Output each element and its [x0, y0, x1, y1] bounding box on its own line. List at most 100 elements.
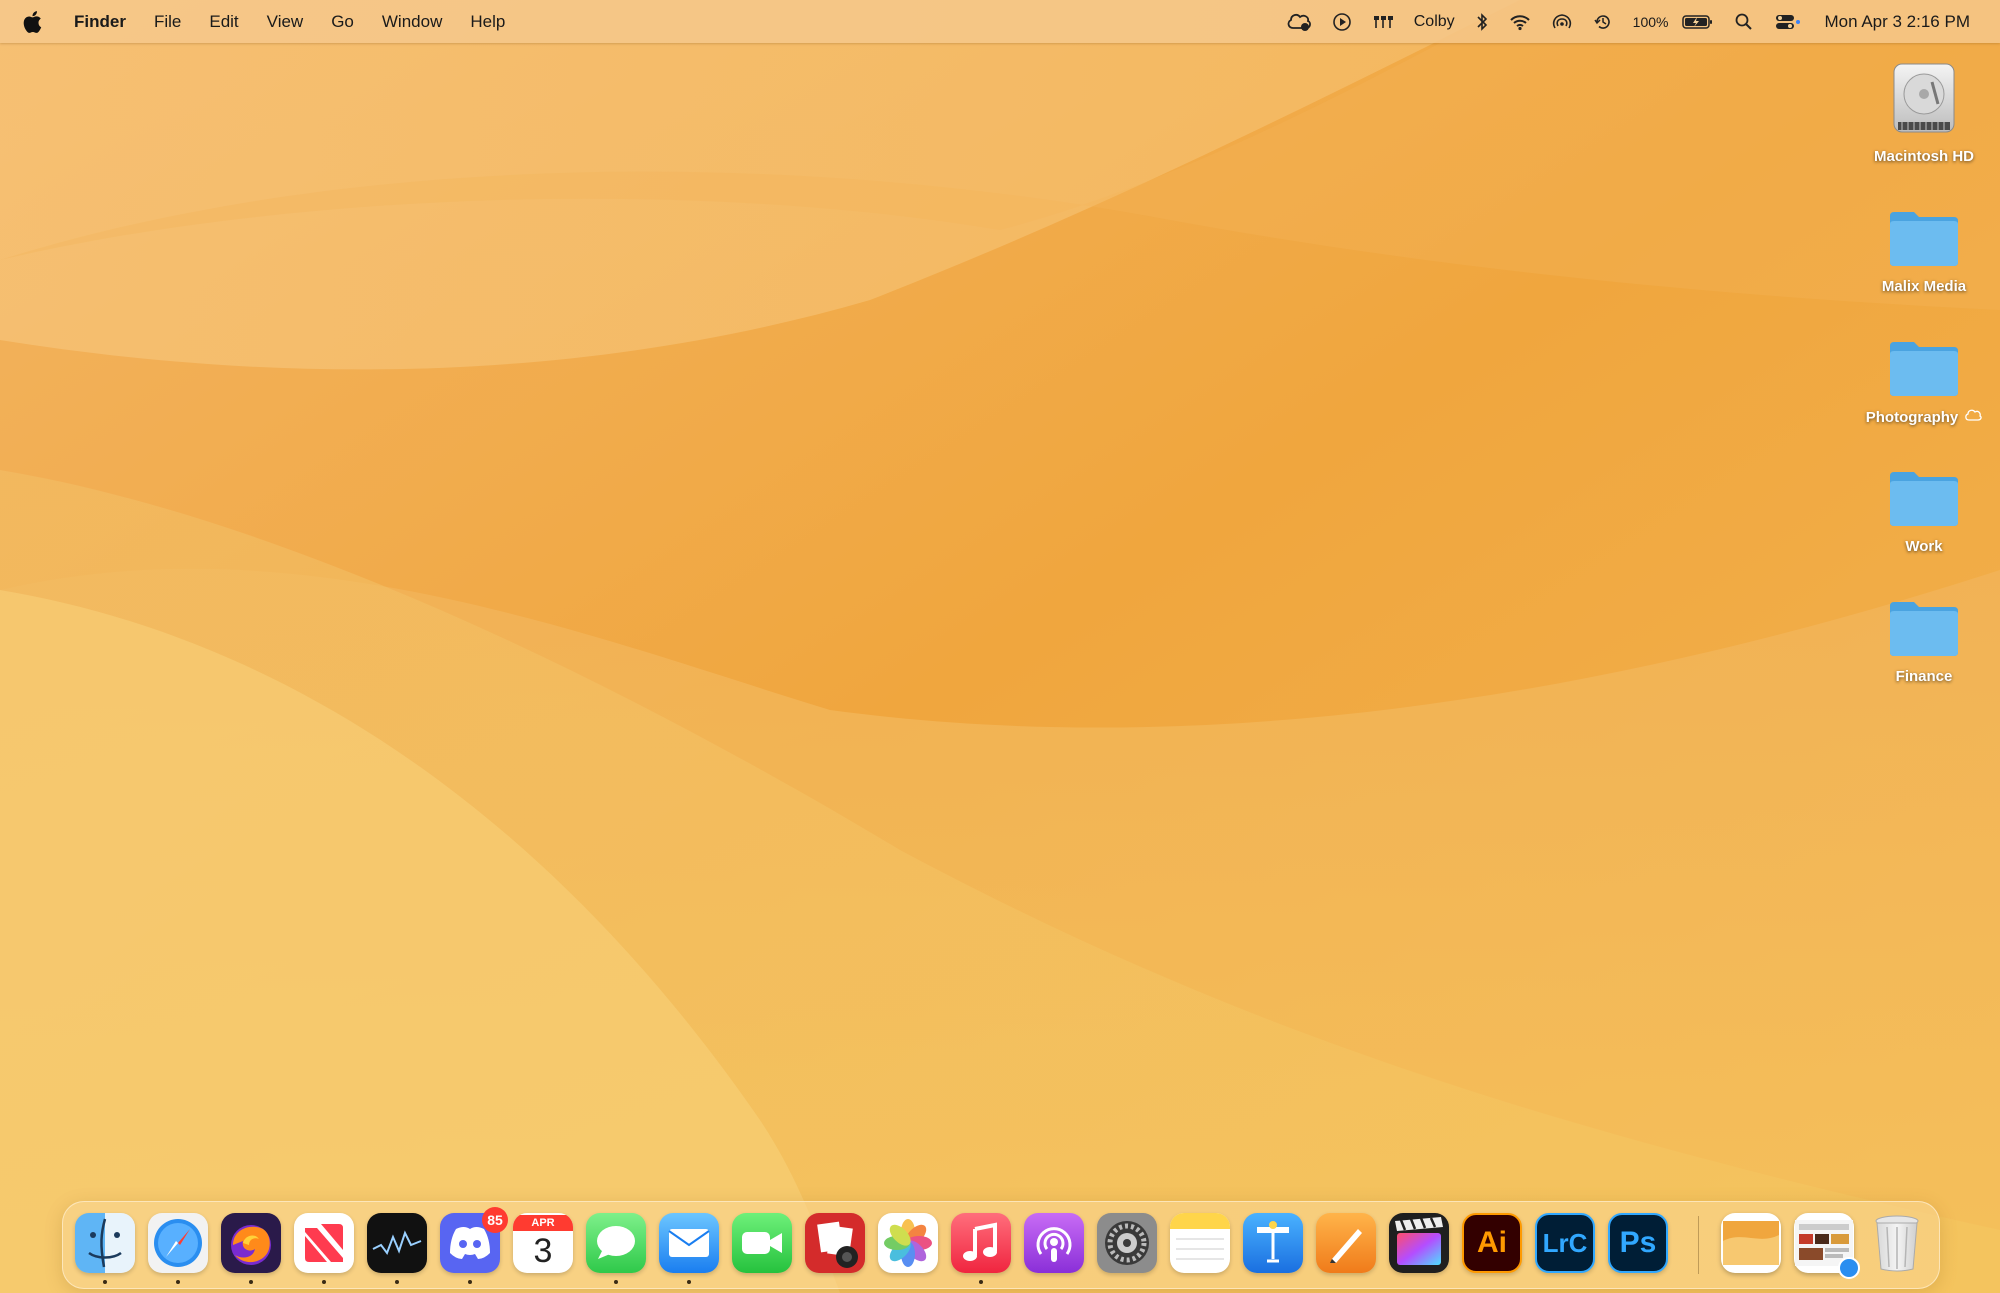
final-cut-icon: [1395, 1217, 1443, 1265]
calendar-icon: APR 3: [513, 1215, 573, 1271]
calendar-month: APR: [513, 1215, 573, 1231]
running-indicator: [249, 1280, 253, 1284]
desktop-item-label: Finance: [1895, 668, 1953, 685]
notification-badge: 85: [482, 1207, 508, 1233]
dock-discord[interactable]: 85: [440, 1207, 508, 1273]
folder-icon: [1886, 180, 1962, 270]
pages-icon: [1330, 1229, 1362, 1263]
play-icon[interactable]: [1322, 0, 1362, 43]
desktop-item-photography[interactable]: Photography: [1849, 310, 1999, 426]
desktop-wallpaper: [0, 0, 2000, 1293]
desktop-item-label: Work: [1905, 538, 1943, 555]
menu-window[interactable]: Window: [368, 12, 456, 32]
running-indicator: [979, 1280, 983, 1284]
dock-music[interactable]: [951, 1213, 1011, 1273]
music-icon: [963, 1222, 997, 1261]
wallpaper-stack-icon: [1723, 1221, 1779, 1265]
dock-system-settings[interactable]: [1097, 1213, 1157, 1273]
icloud-download-icon: [1964, 408, 1982, 426]
firefox-icon: [231, 1225, 271, 1265]
bluetooth-icon[interactable]: [1465, 0, 1499, 43]
menu-go[interactable]: Go: [317, 12, 368, 32]
dock-finder[interactable]: [75, 1213, 135, 1273]
dock-illustrator[interactable]: Ai: [1462, 1213, 1522, 1273]
dock-separator: [1698, 1216, 1699, 1274]
control-center-icon[interactable]: [1764, 0, 1812, 43]
folder-icon: [1886, 440, 1962, 530]
dock-stack-downloads[interactable]: [1794, 1213, 1860, 1279]
dock-news[interactable]: [294, 1213, 354, 1273]
dock-firefox[interactable]: [221, 1213, 281, 1273]
menu-edit[interactable]: Edit: [195, 12, 252, 32]
menu-help[interactable]: Help: [456, 12, 519, 32]
network-activity-icon[interactable]: [1362, 0, 1404, 43]
dock-pages[interactable]: [1316, 1213, 1376, 1273]
illustrator-icon: Ai: [1477, 1226, 1507, 1259]
messages-icon: [597, 1226, 635, 1259]
menu-file[interactable]: File: [140, 12, 195, 32]
menu-view[interactable]: View: [253, 12, 318, 32]
desktop-item-finance[interactable]: Finance: [1849, 570, 1999, 685]
photoshop-icon: Ps: [1619, 1226, 1657, 1259]
facetime-icon: [742, 1232, 782, 1254]
hard-drive-icon: [1888, 50, 1960, 140]
safari-icon: [154, 1219, 202, 1267]
desktop-item-label: Photography: [1865, 408, 1959, 426]
dock-mail[interactable]: [659, 1213, 719, 1273]
folder-icon: [1886, 570, 1962, 660]
dock-keynote[interactable]: [1243, 1213, 1303, 1273]
creative-cloud-icon[interactable]: [1276, 0, 1322, 43]
airdrop-icon[interactable]: [1541, 0, 1583, 43]
running-indicator: [468, 1280, 472, 1284]
dock-trash[interactable]: [1867, 1213, 1927, 1273]
dock-podcasts[interactable]: [1024, 1213, 1084, 1273]
trash-icon: [1875, 1215, 1919, 1272]
spotlight-icon[interactable]: [1724, 0, 1764, 43]
running-indicator: [176, 1280, 180, 1284]
desktop-item-work[interactable]: Work: [1849, 440, 1999, 555]
running-indicator: [395, 1280, 399, 1284]
news-icon: [305, 1224, 343, 1262]
mail-icon: [668, 1229, 710, 1257]
dock-notes[interactable]: [1170, 1213, 1230, 1273]
dock-stocks[interactable]: [367, 1213, 427, 1273]
running-indicator: [614, 1280, 618, 1284]
dock-lightroom-classic[interactable]: LrC: [1535, 1213, 1595, 1273]
stocks-icon: [372, 1230, 422, 1256]
dock: 85 APR 3 Ai LrC Ps: [62, 1201, 1940, 1289]
dock-messages[interactable]: [586, 1213, 646, 1273]
dock-stack-wallpaper[interactable]: [1721, 1213, 1781, 1273]
keynote-icon: [1257, 1221, 1289, 1263]
dock-photos[interactable]: [878, 1213, 938, 1273]
battery-charging-icon[interactable]: [1672, 0, 1724, 43]
dock-calendar[interactable]: APR 3: [513, 1213, 573, 1273]
discord-icon: [450, 1227, 490, 1259]
notes-icon: [1170, 1213, 1230, 1260]
user-name[interactable]: Colby: [1404, 0, 1465, 43]
dock-final-cut-pro[interactable]: [1389, 1213, 1449, 1273]
desktop-item-label: Malix Media: [1881, 278, 1967, 295]
desktop-item-macintosh-hd[interactable]: Macintosh HD: [1849, 50, 1999, 165]
menu-bar: Finder File Edit View Go Window Help Col…: [0, 0, 2000, 43]
dock-photo-booth[interactable]: [805, 1213, 865, 1273]
photos-icon: [884, 1219, 932, 1267]
photo-booth-icon: [817, 1221, 858, 1268]
desktop-item-malix-media[interactable]: Malix Media: [1849, 180, 1999, 295]
finder-icon: [88, 1218, 122, 1268]
wifi-icon[interactable]: [1499, 0, 1541, 43]
dock-safari[interactable]: [148, 1213, 208, 1273]
dock-photoshop[interactable]: Ps: [1608, 1213, 1668, 1273]
folder-icon: [1886, 310, 1962, 400]
dock-facetime[interactable]: [732, 1213, 792, 1273]
battery-percent[interactable]: 100%: [1623, 0, 1673, 43]
app-menu-finder[interactable]: Finder: [60, 12, 140, 32]
time-machine-icon[interactable]: [1583, 0, 1623, 43]
podcasts-icon: [1036, 1227, 1072, 1262]
menu-clock[interactable]: Mon Apr 3 2:16 PM: [1812, 0, 1980, 43]
lightroom-icon: LrC: [1542, 1227, 1588, 1258]
desktop-item-label: Macintosh HD: [1873, 148, 1974, 165]
running-indicator: [687, 1280, 691, 1284]
safari-badge-icon: [1838, 1257, 1860, 1279]
apple-menu-icon[interactable]: [22, 9, 44, 35]
running-indicator: [322, 1280, 326, 1284]
